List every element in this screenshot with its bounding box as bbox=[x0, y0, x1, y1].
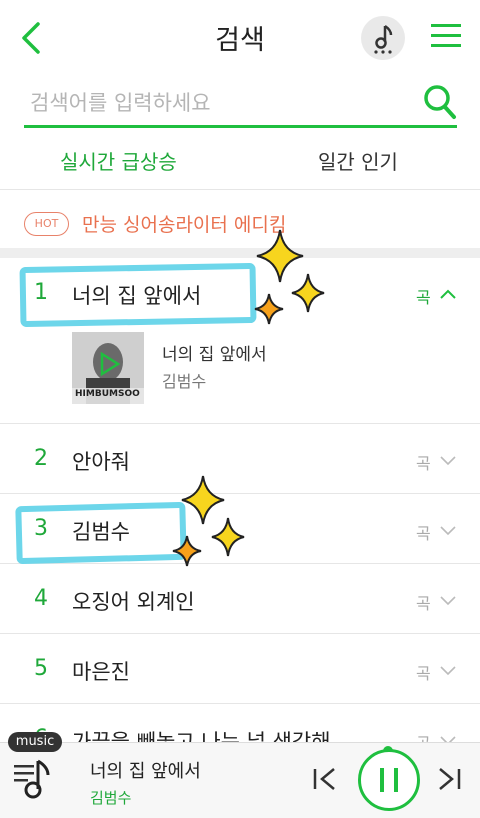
sparkle-icon bbox=[291, 273, 325, 313]
search-input[interactable] bbox=[30, 84, 420, 122]
hot-badge: HOT bbox=[24, 212, 69, 236]
list-item[interactable]: 5 마은진 곡 bbox=[0, 634, 480, 704]
type-tag: 곡 bbox=[416, 594, 431, 613]
list-item[interactable]: 2 안아줘 곡 bbox=[0, 424, 480, 494]
mini-player[interactable]: 너의 집 앞에서 김범수 bbox=[0, 742, 480, 818]
rank-number: 4 bbox=[34, 586, 48, 611]
song-title: 오징어 외계인 bbox=[72, 590, 195, 614]
tab-realtime-trending[interactable]: 실시간 급상승 bbox=[60, 146, 177, 175]
section-divider bbox=[0, 248, 480, 258]
tab-bar: 실시간 급상승 일간 인기 bbox=[0, 138, 480, 190]
song-title: 안아줘 bbox=[72, 450, 130, 474]
rank-number: 2 bbox=[34, 446, 48, 471]
list-item[interactable]: 4 오징어 외계인 곡 bbox=[0, 564, 480, 634]
highlight-box bbox=[19, 262, 257, 328]
tab-daily-popular[interactable]: 일간 인기 bbox=[318, 146, 398, 175]
expanded-artist: 김범수 bbox=[162, 372, 207, 391]
album-art-text: HIMBUMSOO bbox=[75, 389, 140, 399]
song-title: 마은진 bbox=[72, 660, 130, 684]
sparkle-icon bbox=[211, 517, 245, 557]
previous-icon[interactable] bbox=[312, 765, 338, 793]
search-bar bbox=[24, 80, 457, 128]
now-playing-title: 너의 집 앞에서 bbox=[90, 761, 201, 782]
chevron-up-icon[interactable] bbox=[440, 288, 456, 300]
chevron-down-icon[interactable] bbox=[440, 524, 456, 536]
expanded-detail[interactable]: HIMBUMSOO 너의 집 앞에서 김범수 bbox=[0, 320, 480, 424]
page-title: 검색 bbox=[215, 25, 265, 56]
music-note-icon bbox=[24, 759, 50, 799]
chevron-down-icon[interactable] bbox=[440, 594, 456, 606]
next-icon[interactable] bbox=[436, 765, 462, 793]
type-tag: 곡 bbox=[416, 454, 431, 473]
search-button[interactable] bbox=[423, 84, 457, 120]
sparkle-icon bbox=[254, 293, 284, 325]
pause-button[interactable] bbox=[358, 749, 420, 811]
header: 검색 bbox=[0, 0, 480, 78]
pause-icon bbox=[380, 768, 398, 792]
type-tag: 곡 bbox=[416, 288, 431, 307]
expanded-song-title: 너의 집 앞에서 bbox=[162, 345, 267, 365]
album-art[interactable]: HIMBUMSOO bbox=[72, 332, 144, 404]
music-note-icon bbox=[374, 24, 393, 54]
chevron-down-icon[interactable] bbox=[440, 454, 456, 466]
now-playing-artist: 김범수 bbox=[90, 789, 132, 807]
type-tag: 곡 bbox=[416, 524, 431, 543]
search-icon bbox=[424, 85, 456, 119]
rank-number: 5 bbox=[34, 656, 48, 681]
type-tag: 곡 bbox=[416, 664, 431, 683]
highlight-box bbox=[15, 501, 187, 565]
sparkle-icon bbox=[172, 535, 202, 567]
hamburger-icon bbox=[431, 24, 461, 47]
menu-button[interactable] bbox=[429, 20, 463, 52]
chevron-down-icon[interactable] bbox=[440, 664, 456, 676]
music-button[interactable] bbox=[361, 16, 405, 60]
music-badge[interactable]: music bbox=[8, 732, 62, 752]
